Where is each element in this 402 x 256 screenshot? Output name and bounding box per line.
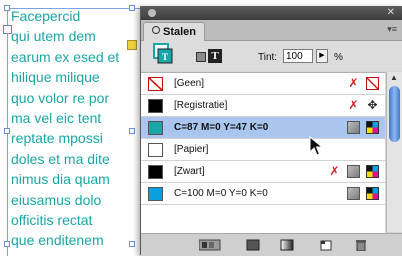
process-color-icon: [347, 187, 360, 200]
no-edit-icon: ✗: [348, 98, 359, 112]
swatch-list: [Geen] ✗ [Registratie] ✗ ✥ C=87 M=0 Y=47…: [141, 72, 385, 233]
swatch-row-black[interactable]: [Zwart] ✗: [141, 161, 385, 183]
text-line: que enditenem: [11, 232, 104, 249]
registration-icon: ✥: [367, 98, 378, 112]
process-color-icon: [347, 121, 360, 134]
show-color-swatches-icon[interactable]: [246, 239, 260, 251]
panel-footer: [141, 233, 402, 256]
trash-icon[interactable]: [354, 239, 368, 251]
tint-slider-button[interactable]: ▶: [316, 49, 328, 63]
tint-unit: %: [334, 52, 343, 63]
text-frame-content[interactable]: Facepercid qui utem dem earum ex esed et…: [11, 6, 145, 251]
cmyk-icon: [366, 165, 379, 178]
text-line: doles et ma dite: [11, 150, 110, 167]
formatting-container-icon[interactable]: [196, 52, 206, 62]
svg-text:T: T: [162, 52, 168, 62]
resize-handle-left[interactable]: [4, 128, 10, 134]
none-swatch-icon: [366, 77, 379, 90]
tint-label: Tint:: [258, 52, 278, 63]
text-line: hilique milique: [11, 69, 100, 86]
cmyk-icon: [366, 187, 379, 200]
mouse-pointer-icon: [309, 136, 323, 156]
swatch-name: [Papier]: [174, 144, 209, 155]
show-gradient-swatches-icon[interactable]: [280, 239, 294, 251]
text-line: eiusamus dolo: [11, 191, 102, 208]
swatch-controls: T T Tint: 100 ▶ %: [141, 41, 402, 71]
scrollbar-thumb[interactable]: [389, 86, 400, 142]
swatch-chip: [148, 143, 163, 157]
panel-title-bar[interactable]: ✕: [141, 6, 402, 20]
swatch-name: [Zwart]: [174, 166, 205, 177]
swatch-row-registration[interactable]: [Registratie] ✗ ✥: [141, 95, 385, 117]
no-edit-icon: ✗: [329, 164, 340, 178]
text-frame-in-port[interactable]: [3, 25, 12, 34]
panel-tab-bar: Stalen ▾≡: [141, 20, 402, 42]
swatch-chip: [148, 187, 163, 201]
text-frame-out-port[interactable]: [127, 40, 137, 50]
collapse-button[interactable]: [148, 9, 156, 17]
tab-label: Stalen: [163, 26, 197, 38]
swatch-name: [Registratie]: [174, 100, 228, 111]
process-color-icon: [347, 165, 360, 178]
tab-swatches[interactable]: Stalen: [143, 22, 206, 42]
swatch-chip: [148, 165, 163, 179]
text-frame[interactable]: Facepercid qui utem dem earum ex esed et…: [0, 0, 150, 256]
swatches-panel: ✕ Stalen ▾≡ T T Tint: 100 ▶ % [Geen] ✗ […: [140, 6, 402, 256]
new-swatch-icon[interactable]: [319, 239, 333, 251]
swatch-name: C=100 M=0 Y=0 K=0: [174, 188, 268, 199]
swatch-chip: [148, 99, 163, 113]
resize-handle-right[interactable]: [129, 128, 135, 134]
swatch-row-cyan[interactable]: C=100 M=0 Y=0 K=0: [141, 183, 385, 205]
text-line: Facepercid: [11, 8, 81, 24]
text-line: nimus dia quam: [11, 171, 110, 188]
no-edit-icon: ✗: [348, 76, 359, 90]
panel-menu-icon[interactable]: ▾≡: [387, 24, 397, 35]
resize-handle-top-right[interactable]: [129, 5, 135, 11]
resize-handle-bottom-right[interactable]: [129, 241, 135, 247]
text-line: quo volor re por: [11, 89, 110, 106]
text-line: earum ex esed et: [11, 48, 120, 65]
text-line: reptate mpossi: [11, 130, 103, 147]
tab-dot-icon: [152, 26, 160, 34]
swatch-name: [Geen]: [174, 78, 205, 89]
resize-handle-top-left[interactable]: [4, 5, 10, 11]
tint-input[interactable]: 100: [283, 49, 313, 63]
text-line: officitis rectat: [11, 211, 93, 228]
swatch-chip: [148, 121, 163, 135]
cmyk-icon: [366, 121, 379, 134]
fill-stroke-icon[interactable]: T: [153, 43, 173, 65]
close-icon[interactable]: ✕: [387, 6, 395, 20]
formatting-text-icon[interactable]: T: [208, 49, 222, 63]
swatch-name: C=87 M=0 Y=47 K=0: [174, 122, 269, 133]
show-all-swatches-icon[interactable]: [199, 239, 221, 251]
swatch-row-teal[interactable]: C=87 M=0 Y=47 K=0: [141, 117, 385, 139]
scroll-up-icon[interactable]: ▲: [390, 73, 398, 82]
resize-handle-bottom-left[interactable]: [4, 241, 10, 247]
swatch-row-none[interactable]: [Geen] ✗: [141, 73, 385, 95]
swatch-chip: [148, 77, 163, 91]
swatch-row-paper[interactable]: [Papier]: [141, 139, 385, 161]
text-line: ma vel eic tent: [11, 109, 102, 126]
text-line: qui utem dem: [11, 28, 96, 45]
